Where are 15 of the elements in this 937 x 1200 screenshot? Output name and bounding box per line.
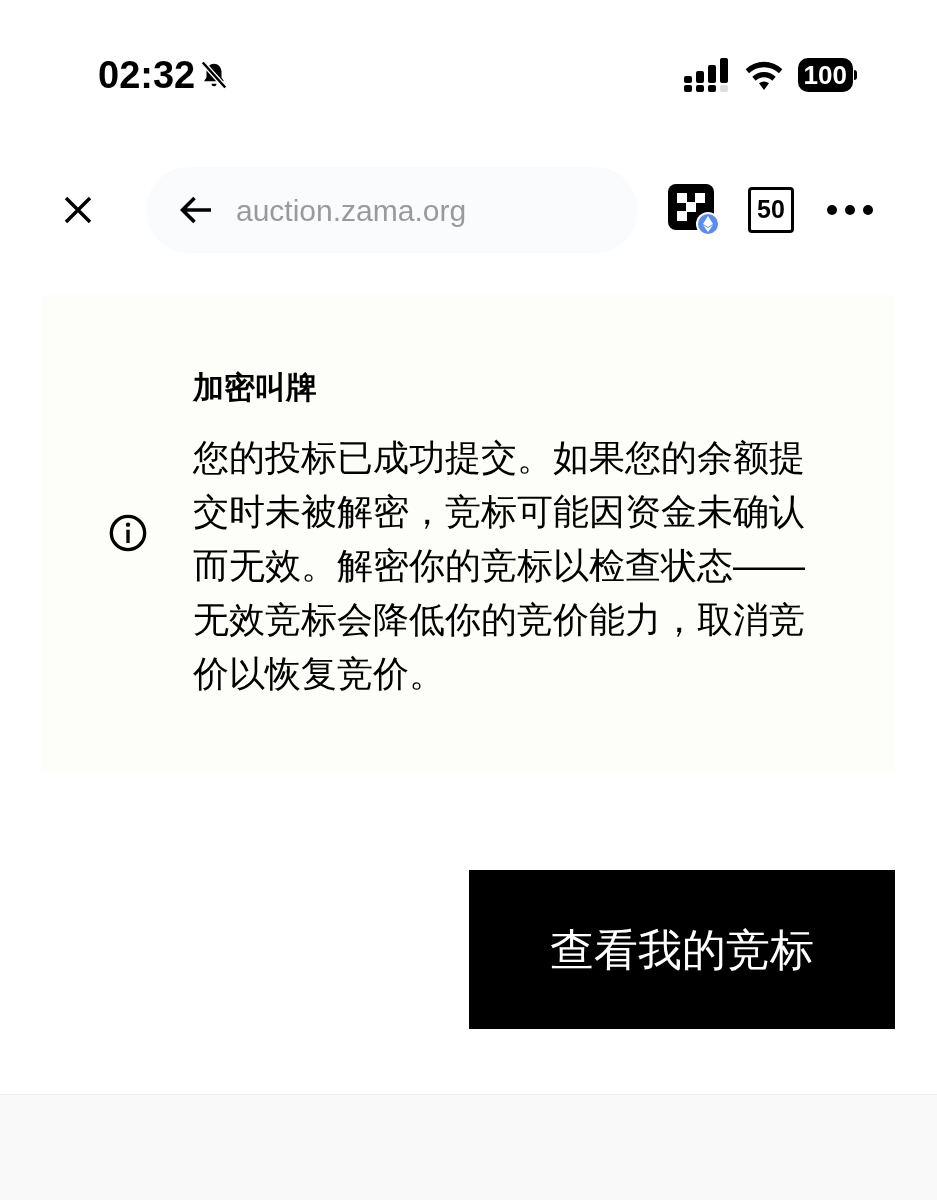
clock-time: 02:32 xyxy=(98,52,196,98)
more-icon[interactable] xyxy=(826,204,874,216)
url-text: auction.zama.org xyxy=(236,192,467,229)
wallet-app-icon[interactable] xyxy=(668,184,720,236)
notice-title: 加密叫牌 xyxy=(193,368,318,407)
muted-bell-icon xyxy=(199,60,230,90)
tab-count[interactable]: 50 xyxy=(748,187,794,233)
back-arrow-icon[interactable] xyxy=(178,195,214,225)
wifi-icon xyxy=(743,60,784,90)
view-bids-button[interactable]: 查看我的竞标 xyxy=(469,870,895,1029)
notice-message: 您的投标已成功提交。如果您的余额提交时未被解密，竞标可能因资金未确认而无效。解密你的竞标以检查状态——无效竞标会降低你的竞价能力，取消竞价以恢复竞价。 xyxy=(193,436,806,697)
battery-level: 100 xyxy=(797,58,853,92)
signal-icon xyxy=(683,58,730,92)
close-icon[interactable] xyxy=(62,194,94,226)
info-icon xyxy=(108,513,148,553)
